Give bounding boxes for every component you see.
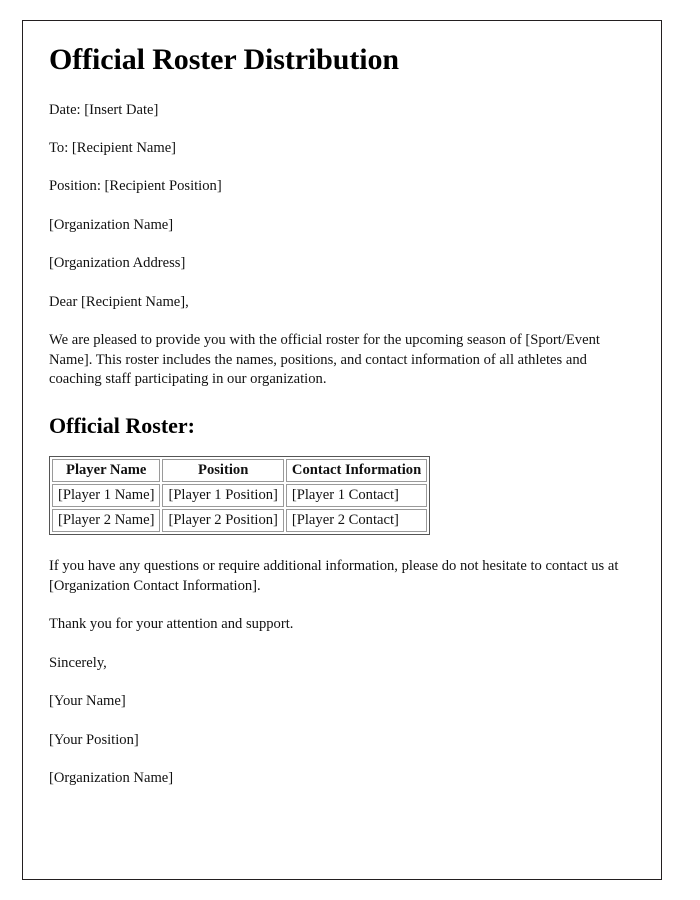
cell-player-position: [Player 2 Position] (162, 509, 284, 533)
table-header-row: Player Name Position Contact Information (52, 459, 428, 483)
cell-player-position: [Player 1 Position] (162, 484, 284, 508)
signature-your-name: [Your Name] (49, 693, 126, 710)
roster-table: Player Name Position Contact Information… (49, 456, 431, 536)
document-content: Official Roster Distribution Date: [Inse… (49, 43, 631, 808)
column-header-contact-information: Contact Information (285, 459, 428, 483)
column-header-position: Position (162, 459, 284, 483)
column-header-player-name: Player Name (52, 459, 161, 483)
header-line-recipient: To: [Recipient Name] (49, 139, 177, 156)
table-row: [Player 2 Name] [Player 2 Position] [Pla… (52, 509, 428, 533)
signature-your-position: [Your Position] (49, 731, 139, 748)
cell-player-contact: [Player 2 Contact] (285, 509, 428, 533)
page-title: Official Roster Distribution (49, 43, 399, 76)
cell-player-name: [Player 2 Name] (52, 509, 161, 533)
table-row: [Player 1 Name] [Player 1 Position] [Pla… (52, 484, 428, 508)
header-line-recipient-position: Position: [Recipient Position] (49, 178, 222, 195)
intro-paragraph: We are pleased to provide you with the o… (49, 332, 600, 387)
closing-paragraph: If you have any questions or require add… (49, 558, 619, 594)
cell-player-contact: [Player 1 Contact] (285, 484, 428, 508)
roster-section-heading: Official Roster: (49, 413, 195, 439)
thanks-line: Thank you for your attention and support… (49, 616, 294, 633)
header-line-date: Date: [Insert Date] (49, 101, 159, 118)
document-page-frame: Official Roster Distribution Date: [Inse… (22, 20, 662, 880)
header-line-organization-name: [Organization Name] (49, 216, 174, 233)
cell-player-name: [Player 1 Name] (52, 484, 161, 508)
header-line-organization-address: [Organization Address] (49, 255, 186, 272)
signoff: Sincerely, (49, 654, 107, 671)
salutation: Dear [Recipient Name], (49, 293, 189, 310)
signature-organization-name: [Organization Name] (49, 770, 174, 787)
